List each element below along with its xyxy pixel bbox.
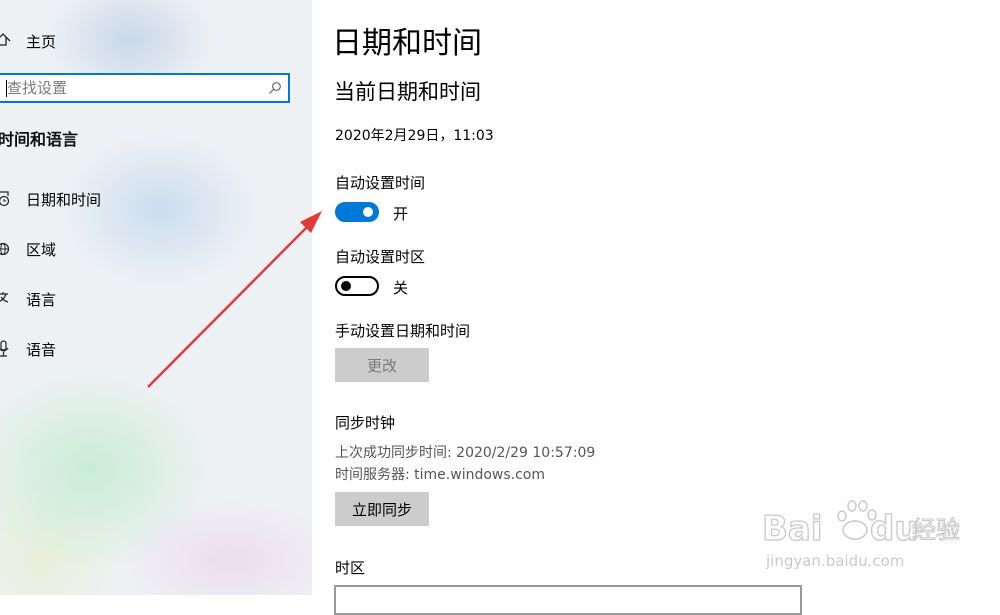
auto-time-state: 开 [393, 205, 409, 223]
svg-text:经验: 经验 [912, 516, 960, 544]
sidebar-item-label: 日期和时间 [26, 190, 102, 209]
section-subtitle: 当前日期和时间 [334, 80, 481, 104]
timezone-dropdown[interactable] [334, 585, 802, 615]
svg-text:jingyan.baidu.com: jingyan.baidu.com [765, 552, 904, 570]
language-icon [0, 289, 24, 309]
sidebar-item-label: 语音 [26, 340, 57, 359]
baidu-watermark-logo: Bai du 经验 jingyan.baidu.com [761, 500, 960, 570]
auto-time-toggle[interactable] [335, 202, 379, 222]
sidebar-item-label: 区域 [26, 240, 57, 259]
sidebar: 主页 时间和语言 日期和时间 区域 语言 语音 [0, 0, 312, 595]
change-button[interactable]: 更改 [335, 348, 429, 382]
home-icon [0, 31, 24, 51]
search-box[interactable] [0, 73, 290, 103]
toggle-knob [341, 281, 351, 291]
auto-timezone-state: 关 [393, 279, 409, 297]
section-heading: 时间和语言 [0, 130, 79, 149]
sidebar-item-language[interactable]: 语言 [0, 284, 56, 314]
sidebar-item-speech[interactable]: 语音 [0, 334, 56, 364]
current-datetime: 2020年2月29日，11:03 [335, 128, 494, 144]
auto-timezone-toggle[interactable] [335, 276, 379, 296]
sidebar-item-region[interactable]: 区域 [0, 234, 56, 264]
sidebar-item-label: 主页 [26, 32, 57, 51]
sidebar-item-date-time[interactable]: 日期和时间 [0, 184, 101, 214]
last-sync-text: 上次成功同步时间: 2020/2/29 10:57:09 [335, 445, 596, 461]
toggle-knob [363, 207, 373, 217]
search-input[interactable] [0, 74, 262, 102]
svg-text:Bai: Bai [762, 509, 823, 549]
sidebar-item-label: 语言 [26, 290, 57, 309]
sidebar-item-home[interactable]: 主页 [0, 26, 56, 56]
manual-set-label: 手动设置日期和时间 [335, 322, 471, 340]
timezone-label: 时区 [335, 559, 366, 577]
sync-now-button[interactable]: 立即同步 [335, 492, 429, 526]
auto-time-label: 自动设置时间 [335, 174, 426, 192]
microphone-icon [0, 339, 24, 359]
search-icon[interactable] [262, 81, 288, 95]
time-server-text: 时间服务器: time.windows.com [335, 467, 546, 483]
auto-timezone-label: 自动设置时区 [335, 248, 426, 266]
date-time-icon [0, 189, 24, 209]
sync-title: 同步时钟 [335, 414, 396, 432]
globe-icon [0, 239, 24, 259]
page-title: 日期和时间 [332, 26, 482, 61]
text-caret [6, 80, 7, 97]
